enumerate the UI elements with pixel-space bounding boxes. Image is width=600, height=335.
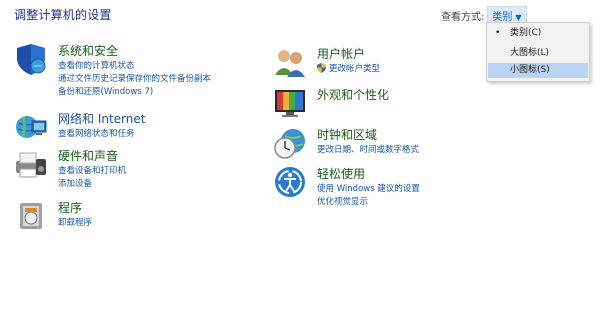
shield-icon — [17, 44, 46, 75]
category-user-accounts: 用户帐户 更改帐户类型 — [273, 45, 473, 81]
menu-item-large-icons[interactable]: 大图标(L) — [488, 46, 588, 61]
category-title[interactable]: 网络和 Internet — [58, 110, 145, 127]
menu-item-label: 类别(C) — [510, 28, 542, 38]
menu-item-small-icons[interactable]: 小图标(S) — [488, 63, 588, 78]
menu-item-category[interactable]: • 类别(C) — [488, 26, 588, 41]
category-title[interactable]: 外观和个性化 — [317, 86, 389, 103]
category-clock-region: 时钟和区域 更改日期、时间或数字格式 — [273, 126, 473, 166]
category-network: 网络和 Internet 查看网络状态和任务 — [14, 110, 254, 146]
category-title[interactable]: 硬件和声音 — [58, 147, 118, 164]
category-title[interactable]: 时钟和区域 — [317, 126, 377, 143]
category-title[interactable]: 程序 — [58, 199, 82, 216]
uac-shield-icon — [317, 63, 326, 73]
category-system-security: 系统和安全 查看你的计算机状态 通过文件历史记录保存你的文件备份副本 备份和还原… — [14, 42, 254, 100]
link-uninstall-program[interactable]: 卸载程序 — [58, 216, 92, 228]
link-backup-restore[interactable]: 备份和还原(Windows 7) — [58, 85, 153, 97]
clock-globe-icon — [274, 129, 305, 159]
menu-item-label: 小图标(S) — [510, 65, 550, 75]
view-by-menu: • 类别(C) 大图标(L) 小图标(S) — [486, 22, 590, 82]
link-view-status[interactable]: 查看你的计算机状态 — [58, 59, 135, 71]
users-icon — [275, 50, 305, 77]
category-title[interactable]: 用户帐户 — [317, 45, 365, 62]
globe-network-icon — [16, 116, 47, 138]
category-hardware-sound: 硬件和声音 查看设备和打印机 添加设备 — [14, 147, 254, 191]
category-ease-of-access: 轻松使用 使用 Windows 建议的设置 优化视觉显示 — [273, 165, 493, 209]
link-file-history[interactable]: 通过文件历史记录保存你的文件备份副本 — [58, 72, 211, 84]
selected-dot-icon: • — [495, 28, 501, 38]
ease-of-access-icon — [275, 167, 305, 197]
page-title: 调整计算机的设置 — [14, 8, 112, 22]
programs-icon — [20, 203, 42, 229]
printer-icon — [16, 152, 46, 178]
link-recommended-settings[interactable]: 使用 Windows 建议的设置 — [317, 182, 420, 194]
menu-item-label: 大图标(L) — [510, 48, 550, 58]
category-programs: 程序 卸载程序 — [14, 199, 254, 235]
link-network-status[interactable]: 查看网络状态和任务 — [58, 127, 135, 139]
link-change-date-time[interactable]: 更改日期、时间或数字格式 — [317, 143, 419, 155]
link-add-device[interactable]: 添加设备 — [58, 177, 92, 189]
category-title[interactable]: 轻松使用 — [317, 165, 365, 182]
category-appearance: 外观和个性化 — [273, 86, 473, 122]
view-by-label: 查看方式: — [441, 12, 485, 23]
chevron-down-icon: ▼ — [515, 13, 522, 22]
category-title[interactable]: 系统和安全 — [58, 42, 118, 59]
link-optimize-visual-display[interactable]: 优化视觉显示 — [317, 195, 368, 207]
monitor-icon — [275, 90, 305, 117]
link-change-account-type[interactable]: 更改帐户类型 — [329, 62, 380, 74]
link-devices-printers[interactable]: 查看设备和打印机 — [58, 164, 126, 176]
